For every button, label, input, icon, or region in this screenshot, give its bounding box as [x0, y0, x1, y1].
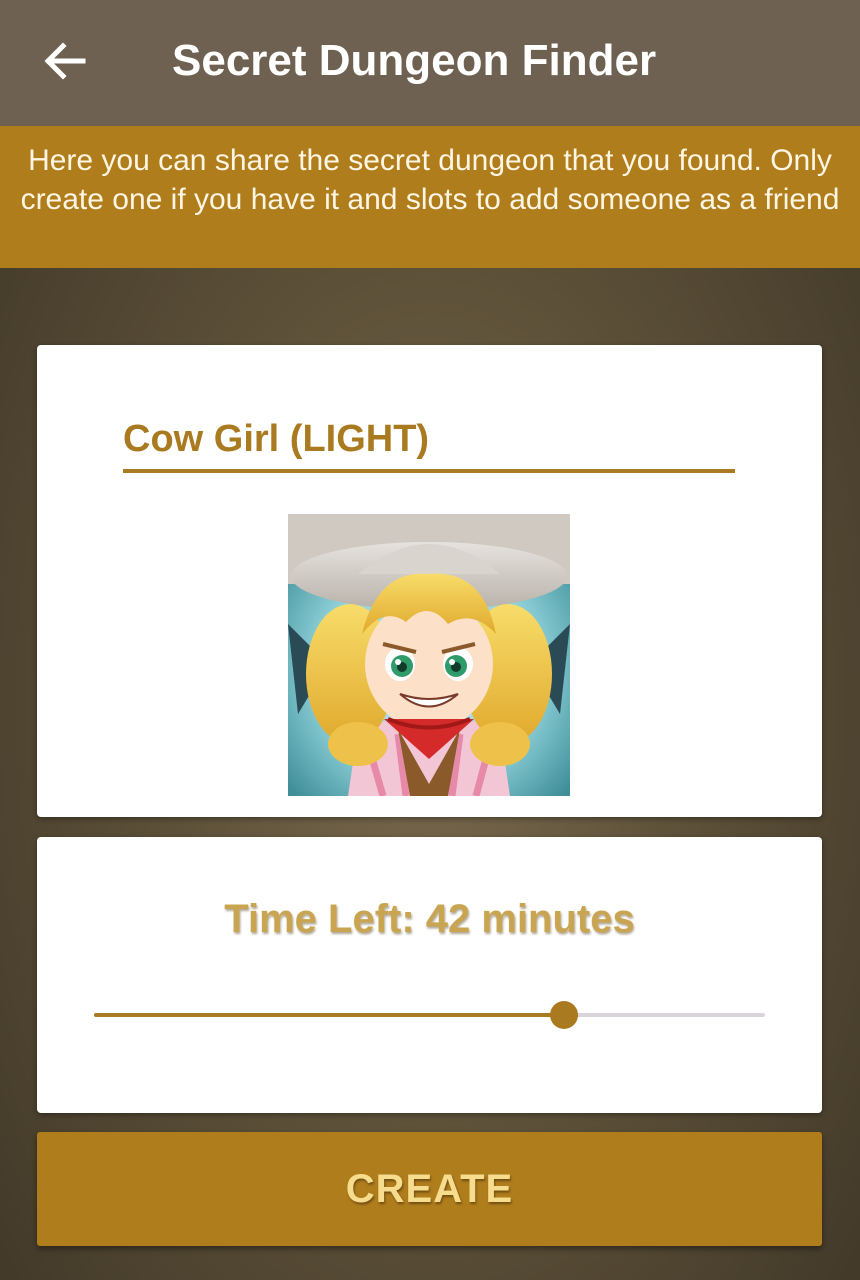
monster-portrait[interactable] [288, 514, 570, 796]
slider-thumb[interactable] [549, 1001, 578, 1029]
page-title: Secret Dungeon Finder [172, 36, 657, 85]
time-slider[interactable] [94, 997, 765, 1033]
monster-card: Cow Girl (LIGHT) [37, 345, 822, 817]
back-button[interactable] [30, 28, 100, 98]
info-banner: Here you can share the secret dungeon th… [0, 126, 860, 268]
time-card: Time Left: 42 minutes [37, 837, 822, 1113]
app-bar: Secret Dungeon Finder [0, 0, 860, 126]
create-button[interactable]: CREATE [37, 1132, 822, 1246]
cow-girl-portrait-icon [288, 514, 570, 796]
arrow-left-icon [43, 41, 87, 86]
slider-fill [94, 1013, 564, 1017]
create-button-label: CREATE [345, 1166, 514, 1211]
monster-name-field[interactable]: Cow Girl (LIGHT) [123, 413, 735, 473]
time-left-label: Time Left: 42 minutes [224, 897, 635, 941]
